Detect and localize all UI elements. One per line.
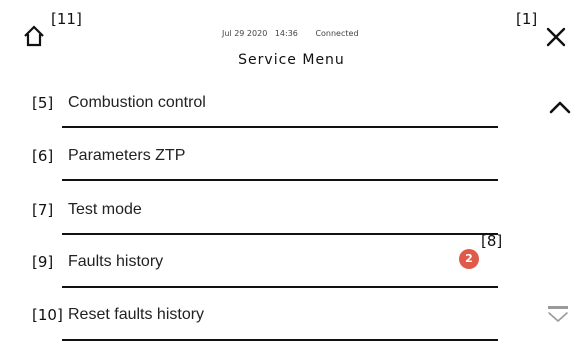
menu-item-index: [10] bbox=[32, 306, 63, 324]
close-icon bbox=[546, 27, 566, 47]
divider bbox=[62, 233, 498, 235]
menu-item-label: Faults history bbox=[68, 253, 164, 270]
divider bbox=[62, 179, 498, 181]
page-title: Service Menu bbox=[238, 52, 345, 68]
menu-item-combustion-control[interactable]: [5] Combustion control bbox=[32, 88, 500, 118]
connection-status: Connected bbox=[315, 29, 359, 38]
menu-item-label: Reset faults history bbox=[68, 306, 205, 323]
chevron-up-icon bbox=[549, 101, 571, 114]
service-menu-screen: [11] Jul 29 2020 14:36 Connected Service… bbox=[0, 0, 583, 347]
menu-item-faults-history[interactable]: [9] Faults history bbox=[32, 247, 500, 277]
close-button[interactable] bbox=[545, 26, 567, 48]
scroll-down-button[interactable] bbox=[546, 305, 570, 325]
menu-item-test-mode[interactable]: [7] Test mode bbox=[32, 195, 500, 225]
status-time: 14:36 bbox=[274, 29, 298, 38]
menu-item-index: [6] bbox=[32, 147, 54, 165]
status-date: Jul 29 2020 bbox=[222, 29, 268, 38]
menu-item-label: Combustion control bbox=[68, 94, 206, 111]
menu-item-label: Test mode bbox=[68, 201, 142, 218]
scroll-up-button[interactable] bbox=[548, 99, 572, 115]
home-button[interactable] bbox=[22, 24, 46, 48]
menu-item-parameters-ztp[interactable]: [6] Parameters ZTP bbox=[32, 141, 500, 171]
home-icon bbox=[24, 25, 44, 47]
divider bbox=[62, 286, 498, 288]
close-marker: [1] bbox=[516, 10, 538, 28]
menu-item-label: Parameters ZTP bbox=[68, 147, 186, 164]
divider bbox=[62, 126, 498, 128]
faults-badge-marker: [8] bbox=[481, 232, 503, 250]
menu-item-index: [5] bbox=[32, 94, 54, 112]
status-bar: Jul 29 2020 14:36 Connected bbox=[222, 29, 364, 38]
menu-item-index: [9] bbox=[32, 253, 54, 271]
faults-count-badge: 2 bbox=[459, 249, 479, 269]
menu-item-index: [7] bbox=[32, 201, 54, 219]
divider bbox=[62, 339, 498, 341]
menu-item-reset-faults-history[interactable]: [10] Reset faults history bbox=[32, 300, 500, 330]
home-marker: [11] bbox=[51, 10, 82, 28]
chevron-down-icon bbox=[548, 306, 568, 322]
